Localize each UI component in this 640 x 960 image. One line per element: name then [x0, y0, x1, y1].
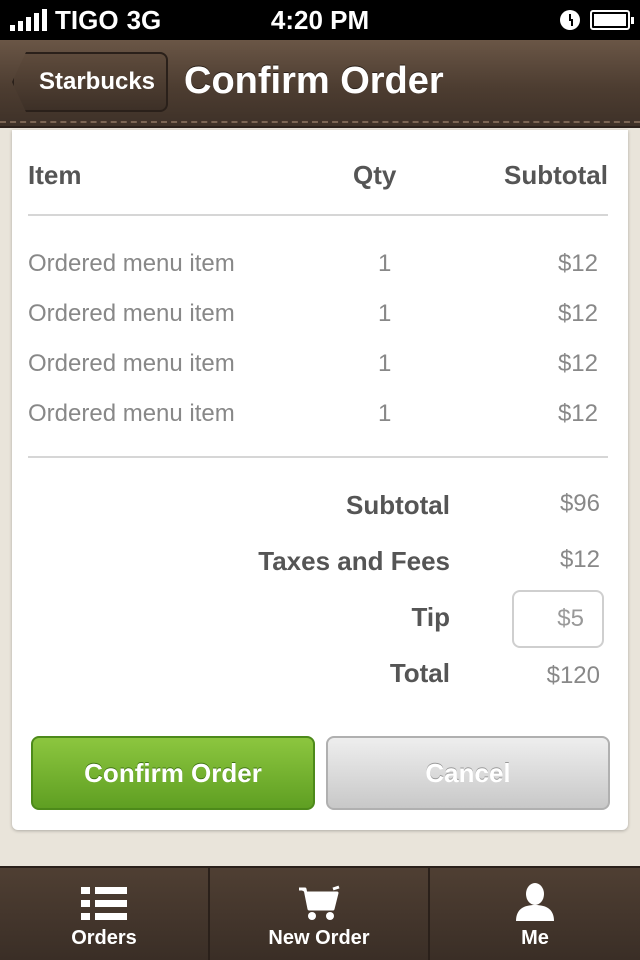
- back-button[interactable]: Starbucks: [12, 52, 168, 112]
- row-subtotal: $12: [557, 400, 598, 427]
- row-subtotal: $12: [557, 250, 598, 277]
- header-divider: [28, 214, 608, 216]
- row-qty: 1: [378, 300, 392, 327]
- header-qty: Qty: [353, 160, 397, 190]
- row-qty: 1: [378, 250, 392, 277]
- signal-strength-icon: [10, 9, 47, 31]
- tab-orders[interactable]: Orders: [0, 868, 210, 960]
- table-header: Item Qty Subtotal: [28, 160, 608, 200]
- tab-bar: Orders New Order Me: [0, 866, 640, 960]
- status-right: [560, 10, 634, 30]
- row-qty: 1: [378, 400, 392, 427]
- alarm-clock-icon: [560, 10, 580, 30]
- tip-input[interactable]: [512, 590, 604, 648]
- cart-icon: [297, 885, 341, 921]
- table-row: Ordered menu item 1 $12: [28, 400, 608, 440]
- subtotal-row: Subtotal $96: [28, 490, 608, 534]
- table-row: Ordered menu item 1 $12: [28, 350, 608, 390]
- tip-label: Tip: [411, 602, 450, 632]
- network-type: 3G: [126, 4, 162, 35]
- list-icon: [81, 887, 127, 921]
- total-value: $120: [546, 662, 600, 689]
- status-left: TIGO 3G: [10, 5, 161, 36]
- taxes-value: $12: [559, 546, 600, 573]
- person-icon: [514, 883, 556, 921]
- cancel-button[interactable]: Cancel: [326, 736, 610, 810]
- row-item-name: Ordered menu item: [28, 300, 235, 327]
- table-row: Ordered menu item 1 $12: [28, 300, 608, 340]
- header-subtotal: Subtotal: [504, 160, 608, 190]
- tab-label-orders: Orders: [71, 927, 137, 949]
- carrier-name: TIGO: [55, 4, 119, 35]
- battery-icon: [590, 10, 634, 30]
- confirm-order-button[interactable]: Confirm Order: [31, 736, 315, 810]
- items-divider: [28, 456, 608, 458]
- status-bar: TIGO 3G 4:20 PM: [0, 0, 640, 40]
- total-label: Total: [389, 658, 450, 688]
- table-row: Ordered menu item 1 $12: [28, 250, 608, 290]
- taxes-label: Taxes and Fees: [258, 546, 450, 576]
- row-item-name: Ordered menu item: [28, 350, 235, 377]
- order-card: Item Qty Subtotal Ordered menu item 1 $1…: [12, 130, 628, 830]
- row-subtotal: $12: [557, 350, 598, 377]
- row-item-name: Ordered menu item: [28, 250, 235, 277]
- row-subtotal: $12: [557, 300, 598, 327]
- navigation-bar: Starbucks Confirm Order: [0, 40, 640, 128]
- tab-label-new-order: New Order: [268, 927, 370, 949]
- tip-row: Tip: [28, 590, 608, 648]
- row-qty: 1: [378, 350, 392, 377]
- subtotal-value: $96: [559, 490, 600, 517]
- subtotal-label: Subtotal: [346, 490, 450, 520]
- tab-me[interactable]: Me: [430, 868, 640, 960]
- total-row: Total $120: [28, 658, 608, 702]
- row-item-name: Ordered menu item: [28, 400, 235, 427]
- header-item: Item: [28, 160, 82, 190]
- taxes-row: Taxes and Fees $12: [28, 546, 608, 590]
- tab-new-order[interactable]: New Order: [210, 868, 430, 960]
- tab-label-me: Me: [521, 927, 549, 949]
- page-title: Confirm Order: [184, 60, 444, 102]
